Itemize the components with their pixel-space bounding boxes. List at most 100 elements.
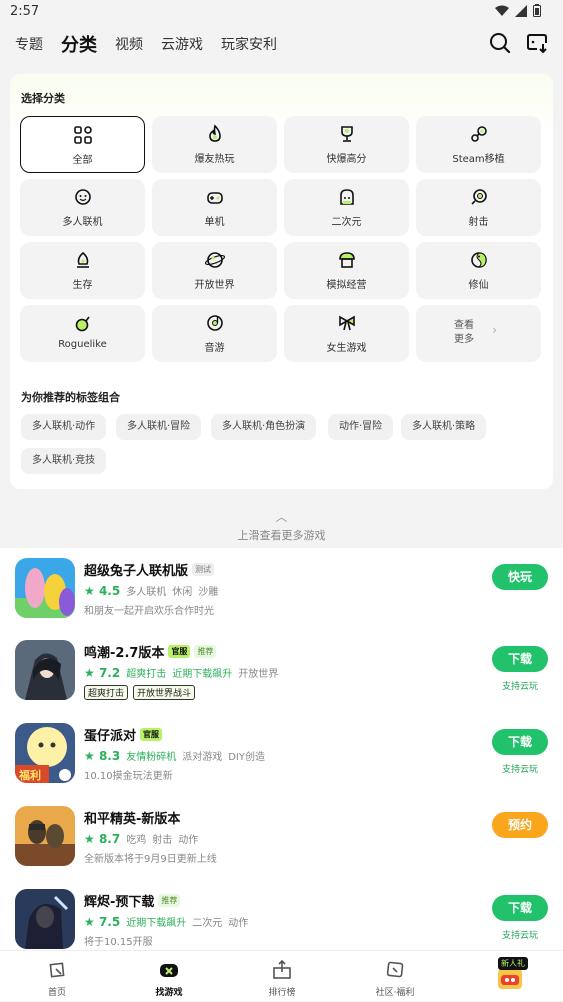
category-cultivation[interactable]: 修仙 xyxy=(416,242,541,299)
nav-home[interactable]: 首页 xyxy=(17,951,97,1002)
cloud-play-link[interactable]: 支持云玩 xyxy=(492,762,548,775)
status-time: 2:57 xyxy=(10,4,40,19)
category-steam[interactable]: Steam移植 xyxy=(416,116,541,173)
recommended-badge: 推荐 xyxy=(194,645,217,658)
bottom-nav: 首页 找游戏 排行榜 社区·福利 新人礼 xyxy=(0,950,563,1001)
nav-ranking[interactable]: 排行榜 xyxy=(242,951,322,1002)
trophy-icon xyxy=(340,126,353,142)
tag-chip[interactable]: 多人联机·冒险 xyxy=(116,414,202,440)
game-item[interactable]: 鸣潮-2.7版本 官服 推荐 ★ 7.2 超爽打击 近期下载飙升 开放世界 超爽打击 开放世… xyxy=(0,630,563,712)
anime-icon xyxy=(339,189,354,205)
category-label: 多人联机 xyxy=(62,217,103,228)
tab-category[interactable]: 分类 xyxy=(59,31,99,59)
game-score: ★ 7.2 xyxy=(84,665,121,680)
game-title: 鸣潮-2.7版本 xyxy=(84,646,165,661)
tab-topics[interactable]: 专题 xyxy=(15,34,43,54)
wifi-icon xyxy=(495,5,509,16)
target-icon xyxy=(470,189,487,205)
tag-chip[interactable]: 动作·冒险 xyxy=(328,414,394,440)
feature-tag: 超爽打击 xyxy=(84,685,129,700)
search-icon[interactable] xyxy=(489,32,511,54)
download-manager-icon[interactable] xyxy=(525,32,549,54)
game-thumbnail: 福利 xyxy=(15,723,75,783)
nav-community[interactable]: 社区·福利 xyxy=(355,951,435,1002)
play-button[interactable]: 快玩 xyxy=(492,564,548,590)
tag-chip[interactable]: 多人联机·竞技 xyxy=(21,448,107,474)
official-badge: 官服 xyxy=(168,645,191,658)
game-score: ★ 4.5 xyxy=(84,583,121,598)
category-label: 模拟经营 xyxy=(326,280,367,291)
tag-chip[interactable]: 多人联机·动作 xyxy=(21,414,107,440)
game-score: ★ 7.5 xyxy=(84,914,121,929)
category-label: 修仙 xyxy=(468,280,489,291)
game-title: 和平精英-新版本 xyxy=(84,812,181,827)
category-roguelike[interactable]: Roguelike xyxy=(20,305,145,362)
chevron-up-icon: ︿ xyxy=(275,510,288,524)
category-label: Roguelike xyxy=(58,339,107,350)
grid-icon xyxy=(73,126,92,144)
game-title: 超级兔子人联机版 xyxy=(84,564,189,579)
game-item[interactable]: 辉烬-预下载 推荐 ★ 7.5 近期下载飙升 二次元 动作 将于10.15开服 下载 支… xyxy=(0,879,563,950)
category-girls[interactable]: 女生游戏 xyxy=(284,305,409,362)
game-thumbnail xyxy=(15,889,75,949)
category-open-world[interactable]: 开放世界 xyxy=(152,242,277,299)
reserve-button[interactable]: 预约 xyxy=(492,812,548,838)
tag-chip[interactable]: 多人联机·策略 xyxy=(401,414,487,440)
steam-icon xyxy=(470,126,487,142)
category-label: Steam移植 xyxy=(452,154,505,165)
game-title-row: 鸣潮-2.7版本 官服 推荐 xyxy=(84,642,217,661)
status-bar: 2:57 xyxy=(0,0,563,24)
game-meta: ★ 7.2 超爽打击 近期下载飙升 开放世界 xyxy=(84,665,279,681)
game-title: 辉烬-预下载 xyxy=(84,895,155,910)
download-button[interactable]: 下载 xyxy=(492,646,548,672)
game-meta: ★ 7.5 近期下载飙升 二次元 动作 xyxy=(84,914,249,930)
category-label: 全部 xyxy=(72,155,93,166)
download-button[interactable]: 下载 xyxy=(492,729,548,755)
bomb-icon xyxy=(75,316,90,332)
category-label: 快爆高分 xyxy=(326,154,367,165)
tab-player-picks[interactable]: 玩家安利 xyxy=(221,34,277,54)
music-icon xyxy=(206,315,223,331)
feature-tags: 超爽打击 开放世界战斗 xyxy=(84,685,196,700)
download-button[interactable]: 下载 xyxy=(492,895,548,921)
nav-label: 找游戏 xyxy=(155,988,183,998)
feature-tag: 开放世界战斗 xyxy=(133,685,196,700)
game-item[interactable]: 福利 蛋仔派对 官服 ★ 8.3 友情粉碎机 派对游戏 DIY创造 10.10摸金玩法更… xyxy=(0,713,563,795)
cloud-play-link[interactable]: 支持云玩 xyxy=(492,928,548,941)
category-multiplayer[interactable]: 多人联机 xyxy=(20,179,145,236)
tab-cloud-game[interactable]: 云游戏 xyxy=(161,34,203,54)
game-list: 超级兔子人联机版 测试 ★ 4.5 多人联机 休闲 沙雕 和朋友一起开启欢乐合作时光 快… xyxy=(0,548,563,950)
category-simulation[interactable]: 模拟经营 xyxy=(284,242,409,299)
tab-video[interactable]: 视频 xyxy=(115,34,143,54)
category-all[interactable]: 全部 xyxy=(20,116,145,173)
yinyang-icon xyxy=(470,252,487,268)
signal-icon xyxy=(515,4,527,17)
nav-label: 排行榜 xyxy=(268,988,296,998)
community-icon xyxy=(386,961,404,978)
category-high-score[interactable]: 快爆高分 xyxy=(284,116,409,173)
newbie-badge: 新人礼 xyxy=(498,957,528,970)
recommended-badge: 推荐 xyxy=(158,894,181,907)
category-label: 单机 xyxy=(204,217,225,228)
category-card: 选择分类 全部 爆友热玩 快爆高分 Steam移植 多人联机 单机 二次元 射击… xyxy=(10,74,553,489)
category-survival[interactable]: 生存 xyxy=(20,242,145,299)
category-music[interactable]: 音游 xyxy=(152,305,277,362)
category-shooter[interactable]: 射击 xyxy=(416,179,541,236)
nav-newbie-gift[interactable]: 新人礼 xyxy=(470,951,550,1002)
top-nav: 专题 分类 视频 云游戏 玩家安利 xyxy=(0,24,563,64)
game-item[interactable]: 和平精英-新版本 ★ 8.7 吃鸡 射击 动作 全新版本将于9月9日更新上线 预约 xyxy=(0,796,563,878)
game-title-row: 和平精英-新版本 xyxy=(84,808,180,827)
category-more[interactable]: 查看 更多 › xyxy=(416,305,541,362)
category-anime[interactable]: 二次元 xyxy=(284,179,409,236)
game-meta: ★ 4.5 多人联机 休闲 沙雕 xyxy=(84,583,219,599)
gamepad-icon xyxy=(160,964,178,977)
game-meta: ★ 8.3 友情粉碎机 派对游戏 DIY创造 xyxy=(84,748,265,764)
category-hot[interactable]: 爆友热玩 xyxy=(152,116,277,173)
shop-icon xyxy=(338,252,355,268)
category-single[interactable]: 单机 xyxy=(152,179,277,236)
tag-chip[interactable]: 多人联机·角色扮演 xyxy=(211,414,317,440)
game-thumbnail xyxy=(15,558,75,618)
nav-find-games[interactable]: 找游戏 xyxy=(129,951,209,1002)
game-item[interactable]: 超级兔子人联机版 测试 ★ 4.5 多人联机 休闲 沙雕 和朋友一起开启欢乐合作时光 快… xyxy=(0,548,563,630)
cloud-play-link[interactable]: 支持云玩 xyxy=(492,679,548,692)
